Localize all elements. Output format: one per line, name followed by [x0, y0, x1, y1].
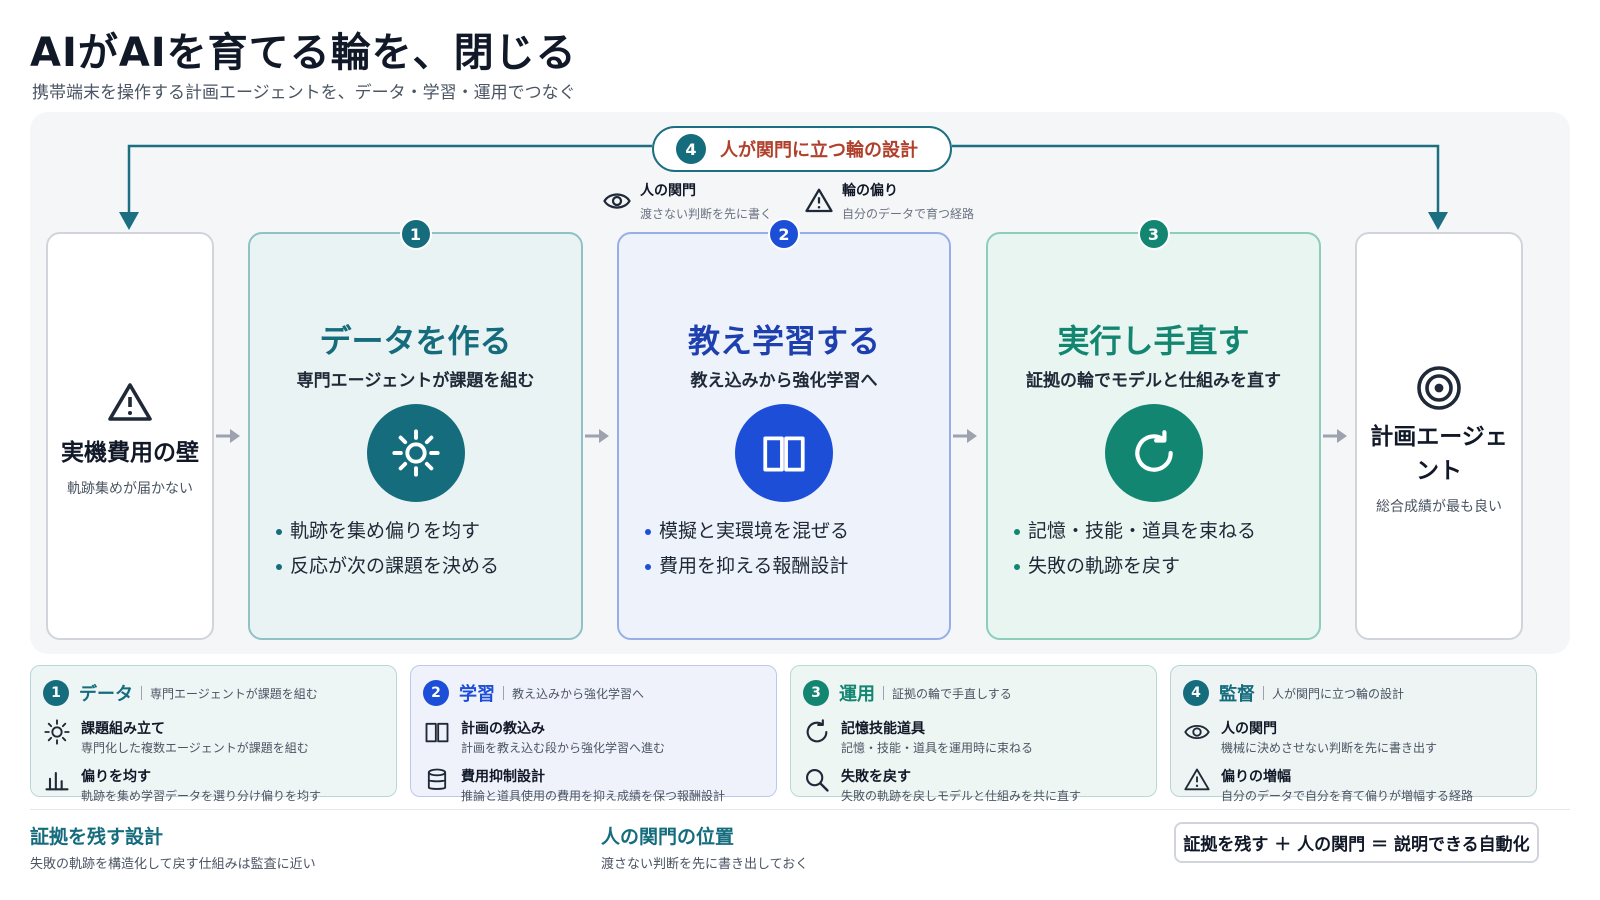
flow-arrow-icon — [1323, 429, 1347, 443]
warning-icon — [805, 188, 833, 213]
note-loop-bias: 輪の偏り 自分のデータで育つ経路 — [804, 180, 974, 222]
stage-bullets: 軌跡を集め偏りを均す 反応が次の課題を決める — [276, 516, 499, 586]
card-desc: 教え込みから強化学習へ — [512, 686, 645, 701]
eye-icon — [603, 193, 631, 209]
summary-card-data: 1 データ 専門エージェントが課題を組む 課題組み立て 専門化した複数エージェント… — [30, 665, 397, 803]
card-name: データ — [79, 684, 133, 705]
card-desc: 人が関門に立つ輪の設計 — [1272, 686, 1405, 701]
stage-icon-circle — [735, 404, 833, 502]
stage-title: 教え学習する — [687, 322, 880, 360]
card-row: 偏りの増幅 自分のデータで自分を育て偏りが増幅する経路 — [1183, 766, 1524, 804]
start-desc: 軌跡集めが届かない — [67, 481, 193, 497]
stage-bullets: 記憶・技能・道具を束ねる 失敗の軌跡を戻す — [1014, 516, 1256, 586]
stage-icon-circle — [1104, 404, 1203, 502]
stage-title: 実行し手直す — [1057, 322, 1250, 360]
sun-icon — [391, 429, 440, 477]
card-desc: 専門エージェントが課題を組む — [150, 686, 318, 701]
page-subtitle: 携帯端末を操作する計画エージェントを、データ・学習・運用でつなぐ — [32, 83, 576, 103]
card-row: 計画の教込み 計画を教え込む段から強化学習へ進む — [423, 718, 764, 756]
note-title: 人の関門 — [640, 183, 696, 199]
stage-subtitle: 証拠の輪でモデルと仕組みを直す — [1026, 371, 1281, 391]
bullet-item: 模擬と実環境を混ぜる — [645, 516, 849, 543]
formula-box: 証拠を残す ＋ 人の関門 ＝ 説明できる自動化 — [1174, 822, 1539, 863]
end-title: 計画エージェ ント — [1370, 424, 1508, 484]
loop-number: 4 — [676, 134, 706, 164]
stage-number: 3 — [1137, 218, 1170, 250]
footer-gate: 人の関門の位置 渡さない判断を先に書き出しておく — [601, 822, 808, 872]
card-desc: 証拠の輪で手直しする — [892, 686, 1012, 701]
summary-card-learn: 2 学習 教え込みから強化学習へ 計画の教込み 計画を教え込む段から強化学習へ進む… — [410, 665, 777, 803]
note-title: 輪の偏り — [842, 183, 898, 199]
start-card: 実機費用の壁 軌跡集めが届かない — [46, 232, 214, 640]
card-row: 費用抑制設計 推論と道具使用の費用を抑え成績を保つ報酬設計 — [423, 766, 764, 804]
flow-arrow-icon — [585, 429, 609, 443]
page-title: AIがAIを育てる輪を、閉じる — [30, 30, 577, 76]
stage-title: データを作る — [319, 322, 512, 360]
card-number: 4 — [1183, 680, 1209, 706]
warning-icon — [108, 383, 152, 421]
card-name: 学習 — [459, 684, 495, 705]
end-desc: 総合成績が最も良い — [1376, 499, 1502, 515]
card-number: 1 — [43, 680, 69, 706]
note-desc: 自分のデータで育つ経路 — [842, 207, 975, 221]
warning-icon — [1184, 768, 1210, 791]
target-icon — [1417, 366, 1461, 410]
bullet-item: 軌跡を集め偏りを均す — [276, 516, 499, 543]
stage-subtitle: 教え込みから強化学習へ — [690, 371, 878, 391]
search-icon — [806, 769, 829, 792]
stage-bullets: 模擬と実環境を混ぜる 費用を抑える報酬設計 — [645, 516, 849, 586]
card-name: 監督 — [1219, 684, 1255, 705]
card-row: 課題組み立て 専門化した複数エージェントが課題を組む — [43, 718, 384, 756]
flow-arrow-icon — [953, 429, 977, 443]
card-name: 運用 — [839, 684, 875, 705]
bullet-item: 記憶・技能・道具を束ねる — [1014, 516, 1256, 543]
database-icon — [427, 768, 447, 790]
stage-learn-card: 2 教え学習する 教え込みから強化学習へ 模擬と実環境を混ぜる 費用を抑える報酬… — [617, 218, 951, 640]
sun-icon — [44, 719, 70, 745]
book-icon — [425, 722, 449, 743]
summary-card-run: 3 運用 証拠の輪で手直しする 記憶技能道具 記憶・技能・道具を運用時に束ねる 失… — [790, 665, 1157, 803]
stage-run-card: 3 実行し手直す 証拠の輪でモデルと仕組みを直す 記憶・技能・道具を束ねる 失敗… — [986, 218, 1321, 640]
card-row: 記憶技能道具 記憶・技能・道具を運用時に束ねる — [803, 718, 1144, 756]
card-number: 3 — [803, 680, 829, 706]
note-human-gate: 人の関門 渡さない判断を先に書く — [602, 180, 772, 222]
end-card: 計画エージェ ント 総合成績が最も良い — [1355, 232, 1523, 640]
flow-arrow-icon — [216, 429, 240, 443]
refresh-icon — [1134, 430, 1173, 472]
card-row: 失敗を戻す 失敗の軌跡を戻しモデルと仕組みを共に直す — [803, 766, 1144, 804]
footer-title: 人の関門の位置 — [601, 826, 735, 848]
start-title: 実機費用の壁 — [61, 440, 199, 466]
card-row: 偏りを均す 軌跡を集め学習データを選り分け偏りを均す — [43, 766, 384, 804]
footer-evidence: 証拠を残す設計 失敗の軌跡を構造化して戻す仕組みは監査に近い — [30, 822, 316, 872]
stage-icon-circle — [366, 404, 465, 502]
stage-number: 2 — [768, 218, 800, 250]
bullet-item: 失敗の軌跡を戻す — [1014, 551, 1256, 578]
summary-card-oversight: 4 監督 人が関門に立つ輪の設計 人の関門 機械に決めさせない判断を先に書き出す … — [1170, 665, 1537, 803]
loop-design-pill: 4 人が関門に立つ輪の設計 — [652, 126, 952, 172]
refresh-icon — [806, 719, 828, 743]
footer-title: 証拠を残す設計 — [30, 826, 164, 848]
card-number: 2 — [423, 680, 449, 706]
loop-label: 人が関門に立つ輪の設計 — [720, 140, 918, 161]
footer-desc: 失敗の軌跡を構造化して戻す仕組みは監査に近い — [30, 857, 316, 872]
card-row: 人の関門 機械に決めさせない判断を先に書き出す — [1183, 718, 1524, 756]
bullet-item: 反応が次の課題を決める — [276, 551, 499, 578]
footer-desc: 渡さない判断を先に書き出しておく — [601, 857, 809, 872]
eye-icon — [1184, 724, 1210, 740]
stage-subtitle: 専門エージェントが課題を組む — [296, 371, 535, 391]
book-icon — [763, 436, 805, 472]
bullet-item: 費用を抑える報酬設計 — [645, 551, 849, 578]
divider — [30, 809, 1570, 810]
note-desc: 渡さない判断を先に書く — [640, 207, 773, 221]
stage-number: 1 — [399, 218, 432, 250]
stage-data-card: 1 データを作る 専門エージェントが課題を組む 軌跡を集め偏りを均す 反応が次の… — [248, 218, 583, 640]
bar-chart-icon — [45, 771, 69, 791]
